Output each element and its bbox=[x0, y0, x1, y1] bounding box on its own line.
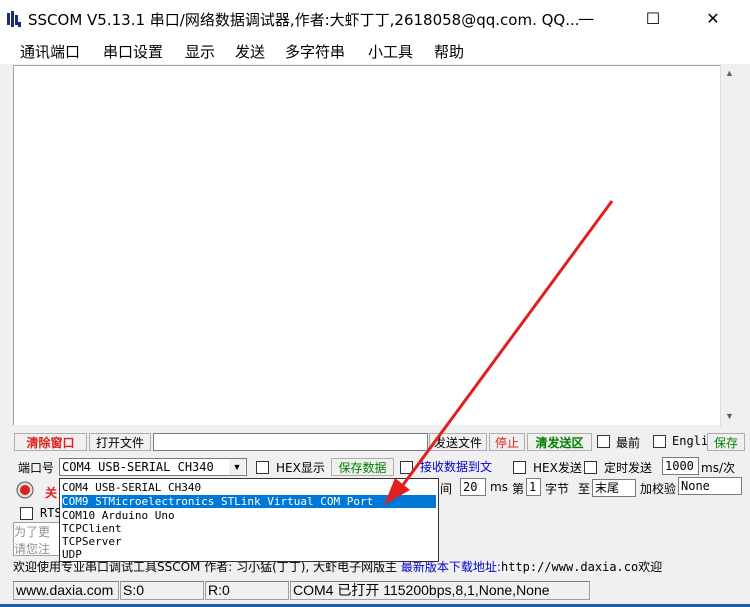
arrow-shaft bbox=[398, 200, 614, 490]
annotation-arrow bbox=[384, 200, 614, 505]
